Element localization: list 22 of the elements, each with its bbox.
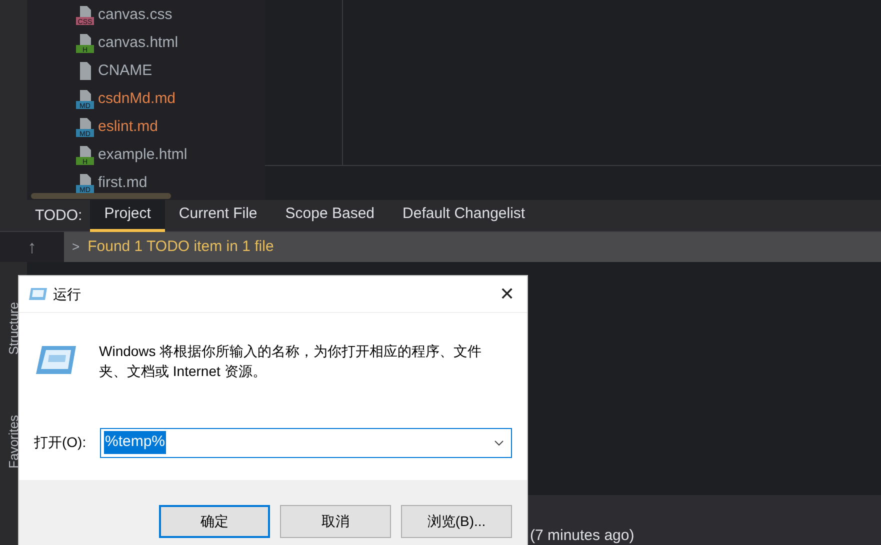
- dialog-button[interactable]: 取消: [280, 505, 391, 538]
- dialog-button[interactable]: 浏览(B)...: [401, 505, 512, 538]
- up-arrow-icon[interactable]: ↑: [28, 234, 36, 260]
- run-icon: [28, 287, 48, 301]
- todo-tab[interactable]: Project: [90, 200, 165, 232]
- open-combobox[interactable]: %temp%: [100, 428, 512, 458]
- todo-tab[interactable]: Current File: [164, 200, 272, 232]
- open-label: 打开(O):: [34, 433, 88, 452]
- scrollbar[interactable]: [31, 193, 171, 199]
- chevron-down-icon[interactable]: [494, 440, 504, 446]
- todo-tab[interactable]: Default Changelist: [388, 200, 540, 232]
- dialog-title: 运行: [53, 284, 81, 304]
- file-item[interactable]: CNAME: [75, 57, 265, 85]
- close-button[interactable]: ✕: [487, 276, 527, 312]
- todo-tab[interactable]: Scope Based: [271, 200, 389, 232]
- run-icon: [34, 344, 76, 376]
- dialog-button[interactable]: 确定: [159, 505, 270, 538]
- dialog-message: Windows 将根据你所输入的名称，为你打开相应的程序、文件夹、文档或 Internet 资源。: [99, 342, 483, 381]
- todo-result-row[interactable]: > Found 1 TODO item in 1 file: [64, 232, 881, 262]
- todo-label: TODO:: [34, 206, 84, 226]
- status-text: (7 minutes ago): [530, 526, 634, 545]
- expand-icon[interactable]: >: [72, 237, 80, 257]
